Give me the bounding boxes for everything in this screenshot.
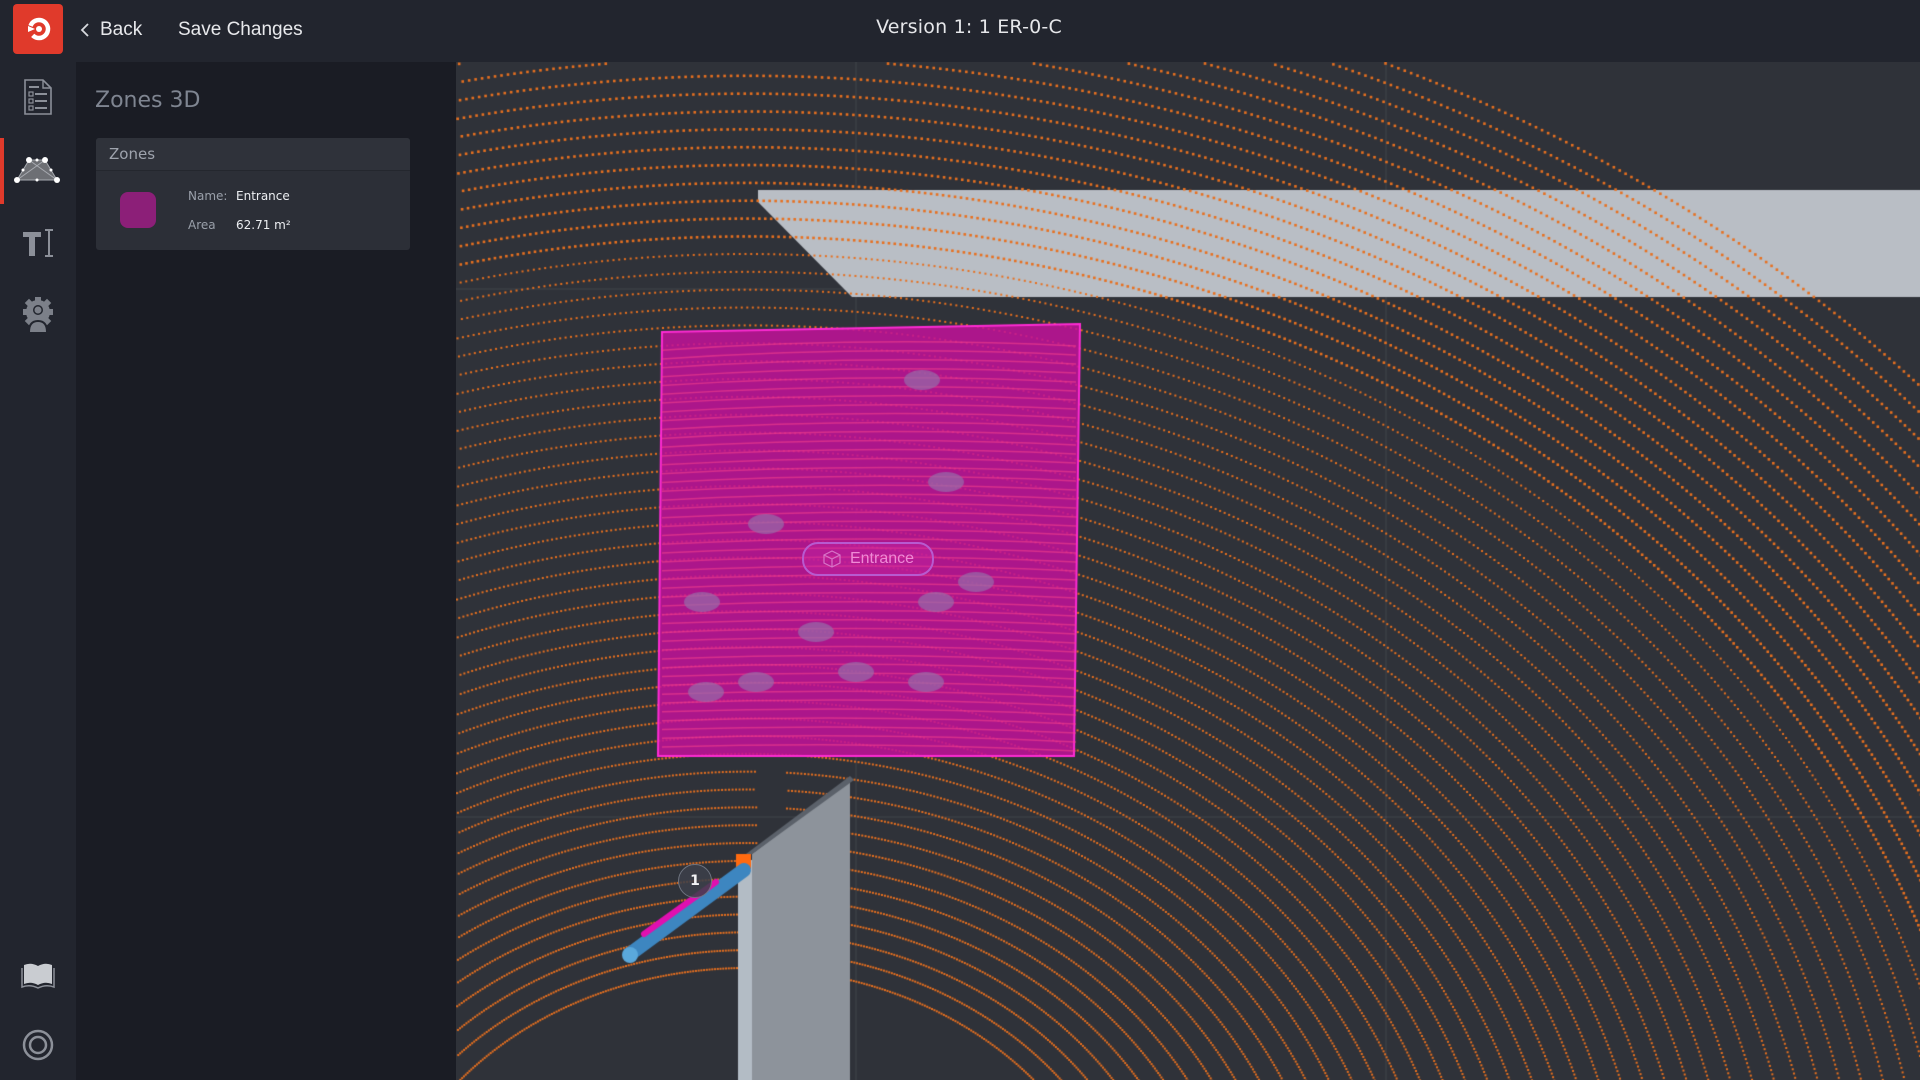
zone-list-item[interactable]: Name: Entrance Area 62.71 m²: [96, 171, 410, 251]
checklist-document-icon: [24, 79, 52, 115]
zone-name-value: Entrance: [236, 189, 290, 203]
panel-title: Zones 3D: [95, 88, 201, 113]
sidebar-item-docs[interactable]: [0, 942, 76, 1008]
zone-tag-label: Entrance: [849, 550, 915, 567]
sensor-badge[interactable]: 1: [678, 864, 712, 898]
sidebar-item-text[interactable]: [0, 210, 76, 276]
zone-name-label: Name:: [188, 189, 228, 203]
cube-icon: [823, 550, 841, 568]
user-settings-icon: [23, 297, 53, 332]
sidebar-item-zones-3d[interactable]: [0, 138, 76, 204]
sidebar-item-checklist[interactable]: [0, 64, 76, 130]
3d-viewport[interactable]: Entrance 1: [456, 62, 1920, 1080]
icon-sidebar: [0, 62, 76, 1080]
book-icon: [21, 963, 55, 989]
sidebar-item-settings[interactable]: [0, 282, 76, 348]
top-bar: Back Save Changes Version 1: 1 ER-0-C: [0, 0, 1920, 62]
zones-panel: Zones 3D Zones Name: Entrance Area 62.71…: [76, 62, 456, 1080]
help-circle-icon: [22, 1029, 54, 1061]
zones-card: Zones Name: Entrance Area 62.71 m²: [96, 138, 410, 250]
zones-card-header: Zones: [96, 138, 410, 171]
zone-color-swatch[interactable]: [120, 192, 156, 228]
page-title: Version 1: 1 ER-0-C: [876, 16, 1062, 38]
sidebar-item-help[interactable]: [0, 1012, 76, 1078]
zone-label-entrance[interactable]: Entrance: [802, 542, 934, 576]
zones-3d-polygon-icon: [14, 157, 60, 183]
point-cloud-canvas[interactable]: [456, 62, 1920, 1080]
text-tool-icon: [23, 229, 53, 257]
zone-area-value: 62.71 m²: [236, 218, 291, 232]
zone-area-label: Area: [188, 218, 216, 232]
